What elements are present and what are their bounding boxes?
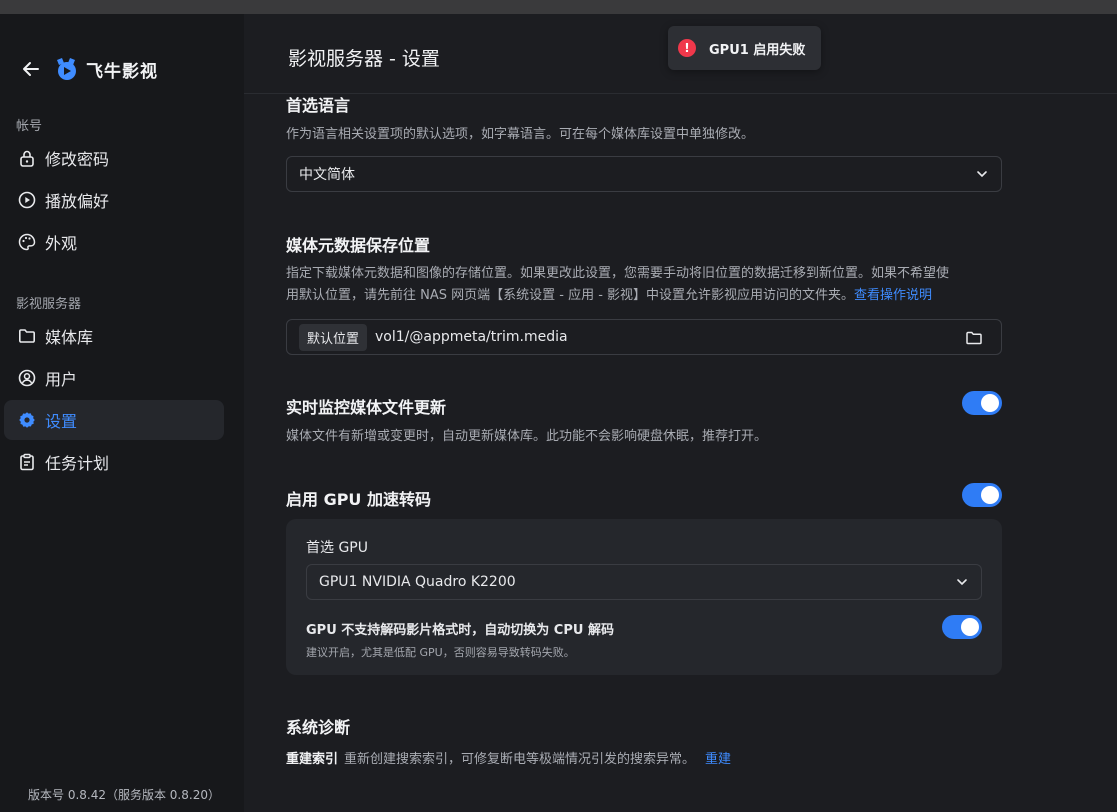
language-select[interactable]: 中文简体 <box>286 156 1002 192</box>
error-icon: ! <box>678 39 696 57</box>
error-toast: ! GPU1 启用失败 <box>668 26 821 70</box>
gpu-settings-panel: 首选 GPU GPU1 NVIDIA Quadro K2200 GPU 不支持解… <box>286 519 1002 675</box>
monitor-toggle[interactable] <box>962 391 1002 415</box>
rebuild-index-label: 重建索引 <box>286 752 339 767</box>
sidebar-item-appearance[interactable]: 外观 <box>4 222 224 262</box>
section-label-account: 帐号 <box>16 119 43 134</box>
sidebar-item-label: 修改密码 <box>45 150 110 169</box>
version-text: 版本号 0.8.42（服务版本 0.8.20） <box>28 788 220 802</box>
user-circle-icon <box>17 368 37 388</box>
path-value: vol1/@appmeta/trim.media <box>375 329 568 345</box>
chevron-down-icon <box>977 171 987 178</box>
palette-icon <box>17 232 37 252</box>
monitor-description: 媒体文件有新增或变更时，自动更新媒体库。此功能不会影响硬盘休眠，推荐打开。 <box>286 429 768 444</box>
gpu-toggle[interactable] <box>962 483 1002 507</box>
sidebar-item-playback[interactable]: 播放偏好 <box>4 180 224 220</box>
monitor-title: 实时监控媒体文件更新 <box>286 398 447 417</box>
sidebar-item-label: 设置 <box>45 412 78 431</box>
app-name: 飞牛影视 <box>86 61 158 82</box>
app-logo-icon <box>57 58 76 80</box>
rebuild-index-description: 重新创建搜索索引，可修复断电等极端情况引发的搜索异常。 <box>344 752 696 767</box>
metadata-description-line2-row: 用默认位置，请先前往 NAS 网页端【系统设置 - 应用 - 影视】中设置允许影… <box>286 285 932 307</box>
sidebar-item-label: 媒体库 <box>45 328 94 347</box>
cpu-fallback-title: GPU 不支持解码影片格式时，自动切换为 CPU 解码 <box>306 623 614 638</box>
arrow-left-icon <box>23 62 39 76</box>
diagnostics-title: 系统诊断 <box>286 718 351 737</box>
preferred-gpu-label: 首选 GPU <box>306 540 368 556</box>
sidebar: 飞牛影视 帐号 修改密码 播放偏好 外观 影视服务器 媒体库 用户 设置 任务计… <box>0 14 244 812</box>
window-top-bar <box>0 0 1117 14</box>
sidebar-item-label: 播放偏好 <box>45 192 110 211</box>
metadata-title: 媒体元数据保存位置 <box>286 236 431 255</box>
sidebar-item-task-schedule[interactable]: 任务计划 <box>4 442 224 482</box>
sidebar-item-label: 任务计划 <box>45 454 110 473</box>
gear-icon <box>17 410 37 430</box>
language-select-value: 中文简体 <box>299 167 355 183</box>
toggle-knob <box>981 486 999 504</box>
clipboard-icon <box>17 452 37 472</box>
metadata-description-line1: 指定下载媒体元数据和图像的存储位置。如果更改此设置，您需要手动将旧位置的数据迁移… <box>286 266 950 281</box>
sidebar-item-media-library[interactable]: 媒体库 <box>4 316 224 356</box>
sidebar-item-users[interactable]: 用户 <box>4 358 224 398</box>
sidebar-item-settings[interactable]: 设置 <box>4 400 224 440</box>
sidebar-item-label: 用户 <box>45 370 78 389</box>
toggle-knob <box>961 618 979 636</box>
metadata-path-field[interactable]: 默认位置 vol1/@appmeta/trim.media <box>286 319 1002 355</box>
rebuild-index-row: 重建索引 重新创建搜索索引，可修复断电等极端情况引发的搜索异常。 重建 <box>286 748 731 767</box>
folder-icon <box>17 326 37 346</box>
cpu-fallback-toggle[interactable] <box>942 615 982 639</box>
chevron-down-icon <box>957 579 967 586</box>
section-label-server: 影视服务器 <box>16 297 82 312</box>
main-content: 影视服务器 - 设置 ! GPU1 启用失败 首选语言 作为语言相关设置项的默认… <box>244 14 1117 812</box>
page-title: 影视服务器 - 设置 <box>288 48 440 70</box>
preferred-gpu-value: GPU1 NVIDIA Quadro K2200 <box>319 574 516 590</box>
cpu-fallback-description: 建议开启，尤其是低配 GPU，否则容易导致转码失败。 <box>306 646 575 659</box>
brand: 飞牛影视 <box>18 54 158 84</box>
help-link[interactable]: 查看操作说明 <box>854 288 932 303</box>
metadata-description-line2: 用默认位置，请先前往 NAS 网页端【系统设置 - 应用 - 影视】中设置允许影… <box>286 288 855 303</box>
gpu-title: 启用 GPU 加速转码 <box>286 490 431 509</box>
play-circle-icon <box>17 190 37 210</box>
path-default-tag: 默认位置 <box>299 323 368 351</box>
sidebar-item-label: 外观 <box>45 234 78 253</box>
back-button[interactable] <box>18 56 44 82</box>
sidebar-item-change-password[interactable]: 修改密码 <box>4 138 224 178</box>
preferred-gpu-select[interactable]: GPU1 NVIDIA Quadro K2200 <box>306 564 982 600</box>
folder-browse-icon[interactable] <box>965 329 983 347</box>
toast-message: GPU1 启用失败 <box>709 42 806 58</box>
toggle-knob <box>981 394 999 412</box>
language-title: 首选语言 <box>286 96 351 115</box>
rebuild-link[interactable]: 重建 <box>705 752 731 767</box>
lock-icon <box>17 148 37 168</box>
language-description: 作为语言相关设置项的默认选项，如字幕语言。可在每个媒体库设置中单独修改。 <box>286 127 755 142</box>
